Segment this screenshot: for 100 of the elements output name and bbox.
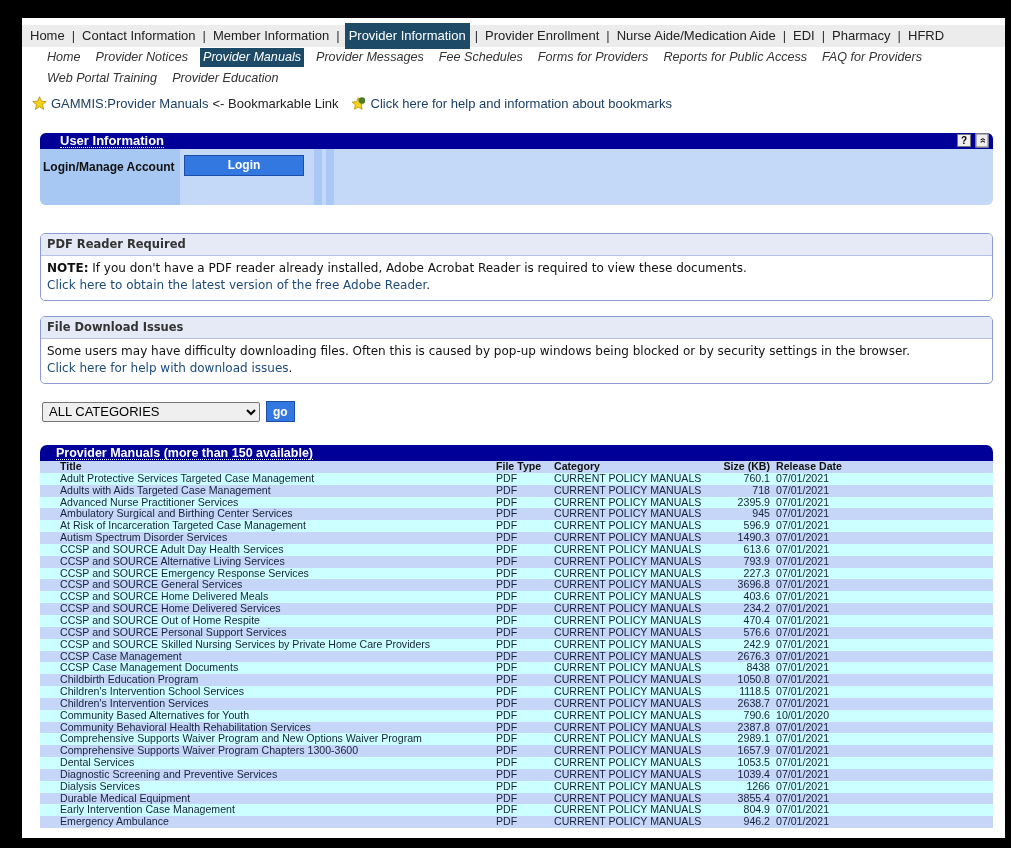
subnav-link[interactable]: Home <box>44 48 84 67</box>
manual-title[interactable]: Comprehensive Supports Waiver Program and New Options Waiver Program <box>40 733 496 746</box>
manual-title[interactable]: Ambulatory Surgical and Birthing Center Services <box>40 508 496 521</box>
table-cell: 2387.8 <box>712 721 776 734</box>
manual-title[interactable]: Durable Medical Equipment <box>40 792 496 805</box>
subnav-link[interactable]: Provider Notices <box>92 48 191 67</box>
bookmark-help-link[interactable]: Click here for help and information about bookmarks <box>370 94 672 114</box>
table-cell: PDF <box>496 543 554 556</box>
manual-title[interactable]: Comprehensive Supports Waiver Program Chapters 1300-3600 <box>40 745 496 758</box>
manual-title[interactable]: Childbirth Education Program <box>40 674 496 687</box>
table-cell: CURRENT POLICY MANUALS <box>554 733 712 746</box>
nav-link[interactable]: EDI <box>791 24 817 48</box>
manual-title[interactable]: CCSP and SOURCE Adult Day Health Services <box>40 543 496 556</box>
table-cell: 2395.9 <box>712 496 776 509</box>
table-cell: CURRENT POLICY MANUALS <box>554 721 712 734</box>
go-button[interactable]: go <box>266 401 295 422</box>
nav-link[interactable]: Pharmacy <box>830 24 893 48</box>
manual-title[interactable]: Dental Services <box>40 757 496 769</box>
table-cell: 07/01/2021 <box>776 804 860 817</box>
subnav-link[interactable]: FAQ for Providers <box>819 48 925 67</box>
adobe-link[interactable]: Adobe Reader <box>343 277 427 292</box>
subnav-link[interactable]: Provider Manuals <box>200 48 304 67</box>
table-cell: PDF <box>496 709 554 722</box>
manual-title[interactable]: CCSP Case Management Documents <box>40 662 496 675</box>
manual-title[interactable]: Children's Intervention Services <box>40 697 496 710</box>
table-cell: 07/01/2021 <box>776 780 860 793</box>
table-cell: 403.6 <box>712 591 776 604</box>
subnav-link[interactable]: Forms for Providers <box>534 48 652 67</box>
manual-title[interactable]: CCSP and SOURCE Skilled Nursing Services by Private Home Care Providers <box>40 638 496 651</box>
table-cell: 576.6 <box>712 626 776 639</box>
table-cell: 07/01/2021 <box>776 555 860 568</box>
table-cell: CURRENT POLICY MANUALS <box>554 745 712 758</box>
manual-title[interactable]: CCSP and SOURCE Emergency Response Services <box>40 567 496 580</box>
table-cell: 07/01/2021 <box>776 745 860 758</box>
nav-link[interactable]: Provider Information <box>344 23 470 49</box>
table-cell: 8438 <box>712 662 776 675</box>
table-cell: PDF <box>496 614 554 627</box>
login-label: Login/Manage Account <box>40 148 180 205</box>
table-cell: CURRENT POLICY MANUALS <box>554 650 712 663</box>
table-cell: CURRENT POLICY MANUALS <box>554 697 712 710</box>
table-cell: 07/01/2021 <box>776 543 860 556</box>
manual-title[interactable]: Adult Protective Services Targeted Case Management <box>40 472 496 485</box>
subnav-link[interactable]: Provider Education <box>169 69 282 88</box>
table-cell: PDF <box>496 555 554 568</box>
subnav-link[interactable]: Web Portal Training <box>44 69 161 88</box>
table-cell: CURRENT POLICY MANUALS <box>554 792 712 805</box>
manual-title[interactable]: CCSP and SOURCE Personal Support Services <box>40 626 496 639</box>
bookmark-link[interactable]: GAMMIS:Provider Manuals <box>51 94 209 114</box>
nav-link[interactable]: Contact Information <box>80 24 198 48</box>
category-dropdown[interactable]: ALL CATEGORIES <box>42 401 260 422</box>
manual-title[interactable]: Diagnostic Screening and Preventive Services <box>40 768 496 781</box>
manual-title[interactable]: Children's Intervention School Services <box>40 686 496 698</box>
table-cell: 760.1 <box>712 472 776 485</box>
subnav-link[interactable]: Provider Messages <box>313 48 427 67</box>
manual-title[interactable]: CCSP Case Management <box>40 650 496 663</box>
help-link[interactable]: with download issues <box>160 361 289 375</box>
manual-title[interactable]: Early Intervention Case Management <box>40 804 496 817</box>
table-cell: 07/01/2021 <box>776 508 860 521</box>
table-cell: 790.6 <box>712 709 776 722</box>
nav-link[interactable]: Nurse Aide/Medication Aide <box>614 24 778 48</box>
table-cell: PDF <box>496 650 554 663</box>
manual-title[interactable]: CCSP and SOURCE General Services <box>40 579 496 592</box>
nav-link[interactable]: Provider Enrollment <box>483 24 602 48</box>
table-cell: 227.3 <box>712 567 776 580</box>
table-cell: PDF <box>496 472 554 485</box>
subnav-link[interactable]: Reports for Public Access <box>660 48 811 67</box>
collapse-button[interactable]: » <box>975 133 989 148</box>
table-cell: PDF <box>496 484 554 497</box>
nav-link[interactable]: Home <box>28 24 67 48</box>
manual-title[interactable]: Adults with Aids Targeted Case Management <box>40 484 496 497</box>
table-cell: CURRENT POLICY MANUALS <box>554 579 712 592</box>
manual-title[interactable]: At Risk of Incarceration Targeted Case Management <box>40 520 496 533</box>
nav-link[interactable]: Member Information <box>210 24 332 48</box>
table-cell: PDF <box>496 816 554 829</box>
table-cell: CURRENT POLICY MANUALS <box>554 674 712 687</box>
manual-title[interactable]: Autism Spectrum Disorder Services <box>40 532 496 544</box>
manual-title[interactable]: CCSP and SOURCE Home Delivered Meals <box>40 591 496 604</box>
manual-title[interactable]: CCSP and SOURCE Alternative Living Services <box>40 555 496 568</box>
manual-title[interactable]: CCSP and SOURCE Out of Home Respite <box>40 614 496 627</box>
table-cell: CURRENT POLICY MANUALS <box>554 709 712 722</box>
manual-title[interactable]: Community Behavioral Health Rehabilitation Services <box>40 721 496 734</box>
adobe-link[interactable]: Click here to obtain the latest version of the free <box>47 277 340 292</box>
manual-title[interactable]: CCSP and SOURCE Home Delivered Services <box>40 603 496 615</box>
table-cell: 07/01/2021 <box>776 603 860 615</box>
panel-text: Some users may have difficulty downloading files. Often this is caused by pop-up windows being blocked or by security settings in the browser. Click here for help with download issues. <box>46 343 911 377</box>
help-button[interactable]: ? <box>957 134 971 147</box>
manual-title[interactable]: Community Based Alternatives for Youth <box>40 709 496 722</box>
table-cell: CURRENT POLICY MANUALS <box>554 496 712 509</box>
table-cell: 07/01/2021 <box>776 697 860 710</box>
manual-title[interactable]: Advanced Nurse Practitioner Services <box>40 496 496 509</box>
table-cell: CURRENT POLICY MANUALS <box>554 543 712 556</box>
manual-title[interactable]: Dialysis Services <box>40 780 496 793</box>
login-button[interactable]: Login <box>184 154 304 176</box>
table-cell: 1053.5 <box>712 757 776 769</box>
manual-title[interactable]: Emergency Ambulance <box>40 816 496 829</box>
subnav-link[interactable]: Fee Schedules <box>435 48 526 67</box>
help-link[interactable]: Click here for help <box>47 361 157 375</box>
table-title[interactable]: Provider Manuals (more than 150 available) <box>56 446 314 460</box>
column-header: Title <box>40 461 496 473</box>
nav-link[interactable]: HFRD <box>906 24 947 48</box>
